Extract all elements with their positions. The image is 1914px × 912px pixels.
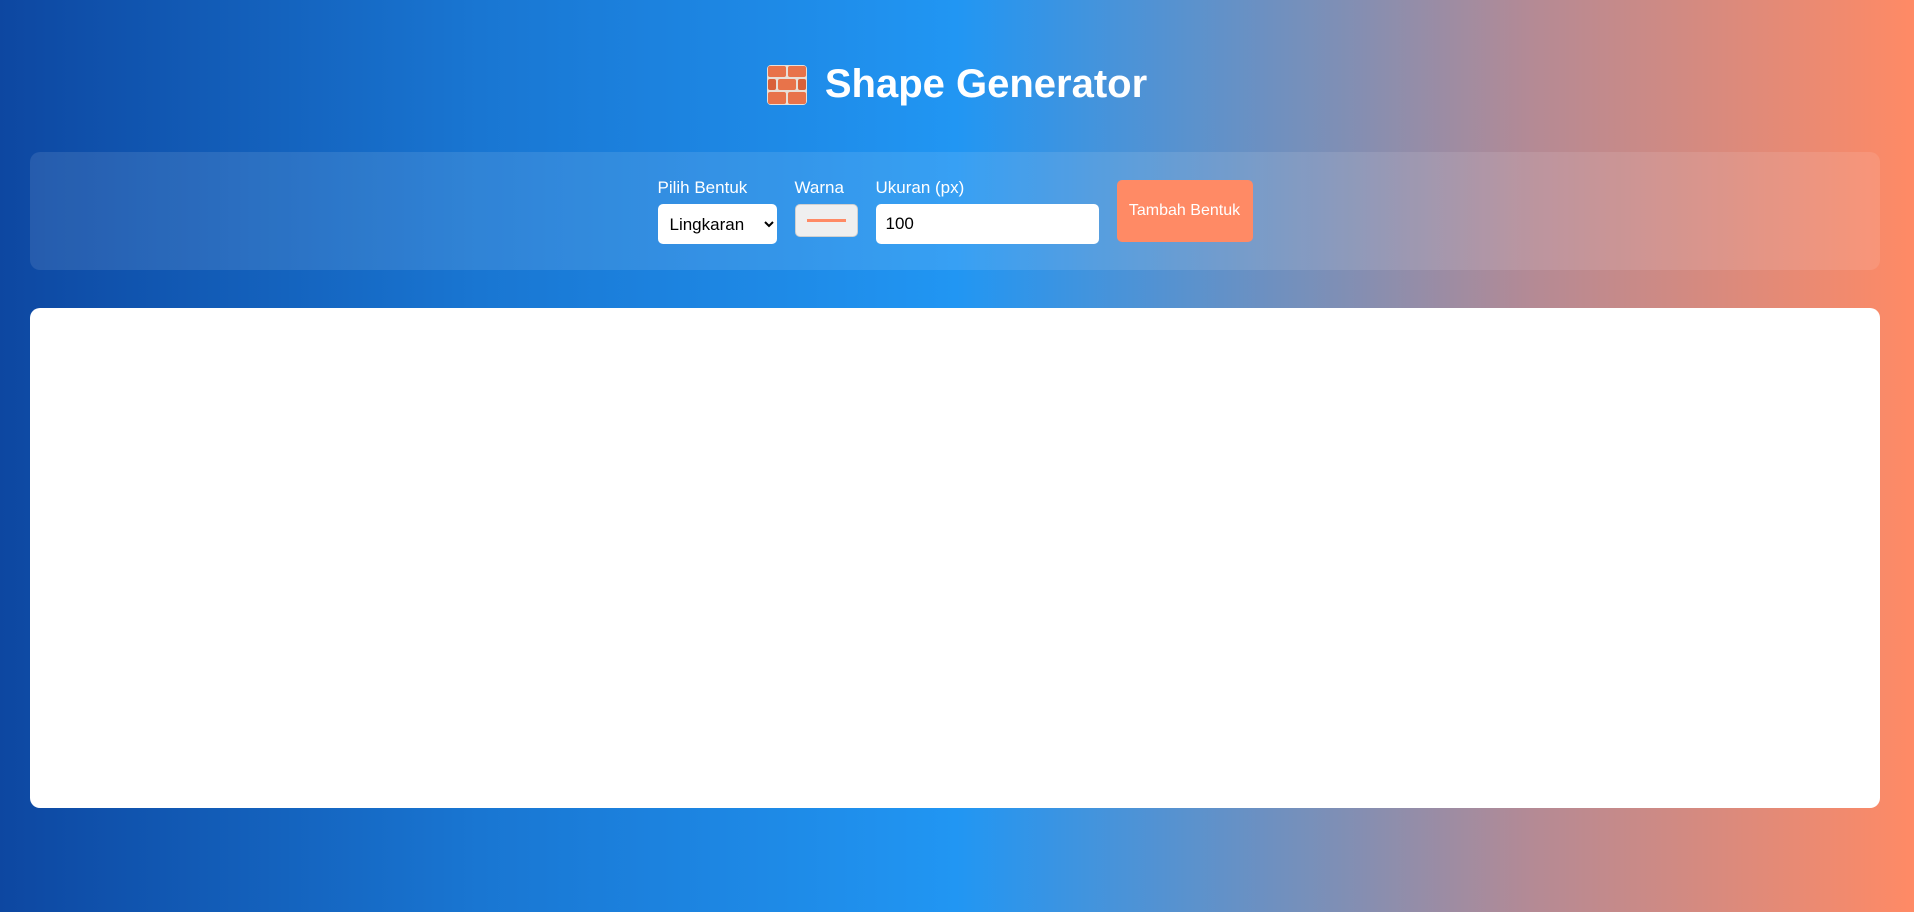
add-shape-button[interactable]: Tambah Bentuk xyxy=(1116,180,1253,242)
brick-icon xyxy=(766,64,807,105)
color-control: Warna xyxy=(794,178,858,244)
shape-select[interactable]: Lingkaran xyxy=(657,204,777,244)
color-swatch xyxy=(806,219,846,222)
shape-label: Pilih Bentuk xyxy=(657,178,748,197)
shape-canvas[interactable] xyxy=(30,308,1880,808)
title-text: Shape Generator xyxy=(824,62,1148,106)
size-label: Ukuran (px) xyxy=(875,178,965,197)
size-control: Ukuran (px) xyxy=(875,178,1099,244)
page-title: Shape Generator xyxy=(0,62,1914,107)
size-input[interactable] xyxy=(875,204,1099,244)
color-label: Warna xyxy=(794,178,844,197)
controls-panel: Pilih Bentuk Lingkaran Warna Ukuran (px)… xyxy=(30,152,1880,270)
shape-control: Pilih Bentuk Lingkaran xyxy=(657,178,777,244)
color-picker[interactable] xyxy=(794,204,858,237)
